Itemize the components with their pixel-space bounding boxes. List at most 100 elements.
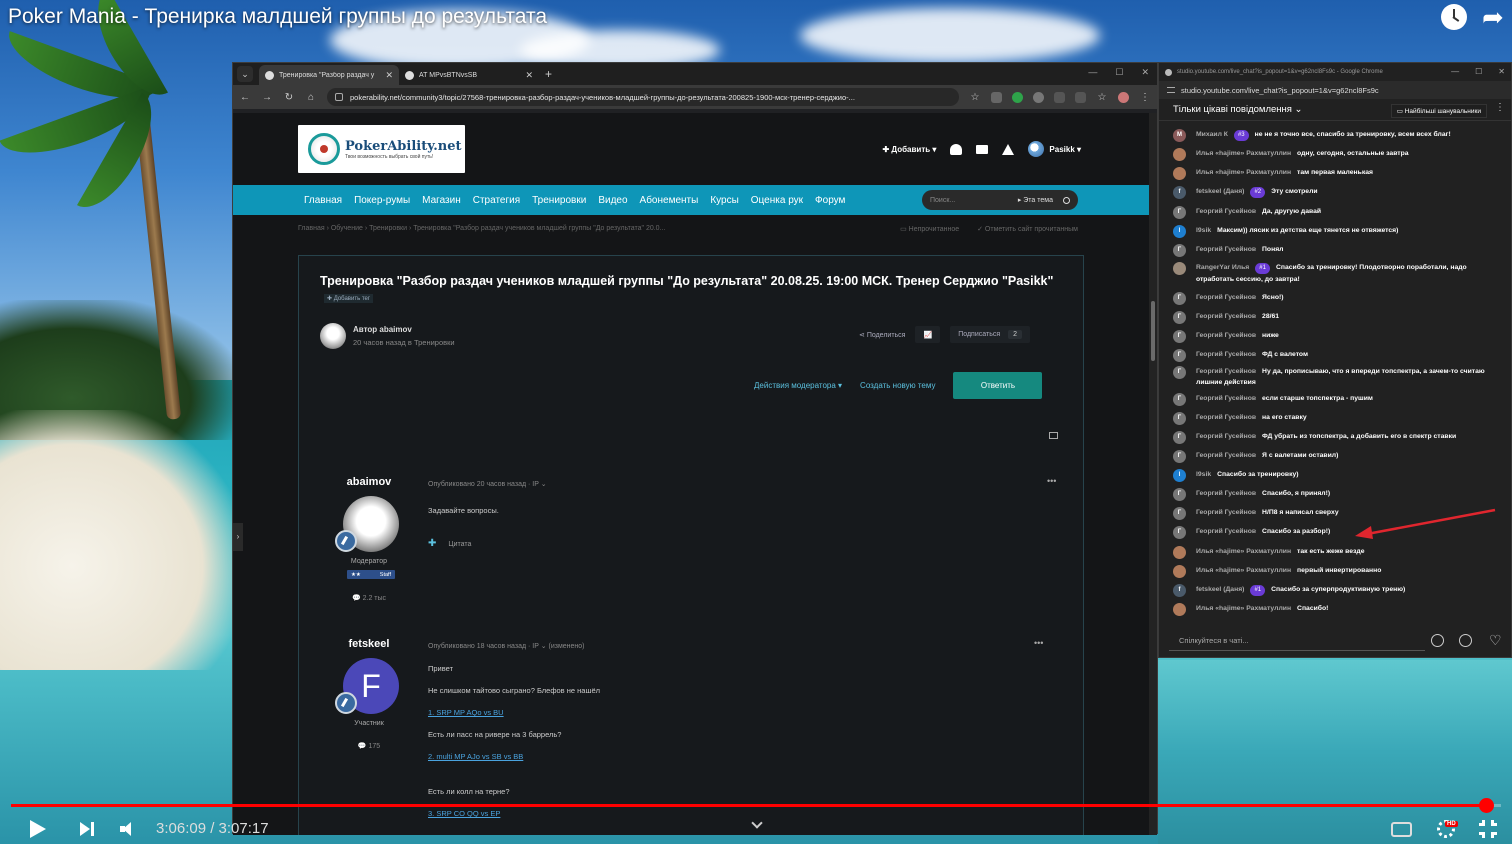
extension-icon[interactable]: [1033, 91, 1044, 103]
chat-message[interactable]: M Михаил К #3 не не я точно все, спасибо за…: [1173, 129, 1495, 142]
chat-avatar[interactable]: Г: [1173, 507, 1186, 520]
search-icon[interactable]: [1063, 196, 1070, 204]
tab-forum[interactable]: Тренировка "Разбор раздач у ✕: [259, 65, 399, 85]
chat-message[interactable]: Г Георгий Гусейнов Ясно!): [1173, 292, 1495, 305]
site-info-icon[interactable]: [1167, 87, 1175, 93]
tab-range[interactable]: AT MPvsBTNvsSB ✕: [399, 65, 539, 85]
menu-kebab-icon[interactable]: ⋮: [1139, 92, 1151, 103]
back-icon[interactable]: ←: [239, 92, 251, 103]
chat-avatar[interactable]: [1173, 603, 1186, 616]
close-window-icon[interactable]: ✕: [1498, 67, 1505, 76]
chat-avatar[interactable]: Г: [1173, 412, 1186, 425]
chat-message[interactable]: Г Георгий Гусейнов 28/61: [1173, 311, 1495, 324]
chat-avatar[interactable]: Г: [1173, 330, 1186, 343]
chat-avatar[interactable]: Г: [1173, 349, 1186, 362]
chat-message[interactable]: Г Георгий Гусейнов ниже: [1173, 330, 1495, 343]
minimize-icon[interactable]: —: [1088, 67, 1097, 78]
new-tab-icon[interactable]: +: [545, 67, 552, 81]
volume-icon[interactable]: [120, 822, 136, 836]
search-scope-select[interactable]: ▸ Эта тема: [1018, 196, 1053, 204]
user-menu[interactable]: Pasikk ▾: [1028, 141, 1081, 157]
maximize-icon[interactable]: ☐: [1115, 67, 1123, 78]
nav-item-forum[interactable]: Форум: [815, 195, 845, 206]
chat-avatar[interactable]: Г: [1173, 393, 1186, 406]
extension-icon[interactable]: [991, 91, 1002, 103]
chat-message[interactable]: Г Георгий Гусейнов на его ставку: [1173, 412, 1495, 425]
chat-author[interactable]: Георгий Гусейнов: [1196, 490, 1256, 497]
messages-mail-icon[interactable]: [976, 144, 989, 154]
chat-avatar[interactable]: Г: [1173, 206, 1186, 219]
chat-message[interactable]: Илья «hajime» Рахматуллин Спасибо!: [1173, 603, 1495, 616]
nav-item-strategy[interactable]: Стратегия: [473, 195, 520, 206]
chat-avatar[interactable]: Г: [1173, 311, 1186, 324]
site-logo[interactable]: PokerAbility.net Твои возможность выбрат…: [298, 125, 465, 173]
moderator-actions-menu[interactable]: Действия модератора ▾: [754, 381, 842, 390]
top-fans-button[interactable]: ▭ Найбільші шанувальники: [1390, 104, 1487, 118]
chat-avatar[interactable]: [1173, 148, 1186, 161]
close-window-icon[interactable]: ✕: [1141, 67, 1149, 78]
site-info-icon[interactable]: [335, 93, 343, 101]
chat-author[interactable]: RangerYar Илья: [1196, 264, 1249, 271]
fullscreen-exit-icon[interactable]: [1479, 820, 1497, 838]
chat-author[interactable]: Георгий Гусейнов: [1196, 246, 1256, 253]
chat-message[interactable]: Илья «hajime» Рахматуллин одну, сегодня, …: [1173, 148, 1495, 161]
chat-menu-icon[interactable]: ⋮: [1495, 102, 1505, 113]
chat-message[interactable]: Г Георгий Гусейнов Ну да, прописываю, что …: [1173, 366, 1495, 388]
nav-item-poker-rooms[interactable]: Покер-румы: [354, 195, 410, 206]
chat-author[interactable]: Георгий Гусейнов: [1196, 351, 1256, 358]
chat-author[interactable]: Георгий Гусейнов: [1196, 368, 1256, 375]
reply-button[interactable]: Ответить: [953, 372, 1043, 399]
profile-avatar-icon[interactable]: [1118, 91, 1129, 103]
chat-avatar[interactable]: l: [1173, 225, 1186, 238]
stats-chart-icon[interactable]: 📈: [915, 326, 941, 343]
chat-author[interactable]: Георгий Гусейнов: [1196, 528, 1256, 535]
close-icon[interactable]: ✕: [385, 70, 393, 81]
nav-item-subscriptions[interactable]: Абонементы: [640, 195, 699, 206]
chat-avatar[interactable]: f: [1173, 186, 1186, 199]
chat-message[interactable]: Г Георгий Гусейнов Спасибо, я принял!): [1173, 488, 1495, 501]
chat-avatar[interactable]: [1173, 565, 1186, 578]
chat-input[interactable]: Спілкуйтеся в чаті...: [1169, 631, 1425, 651]
chat-message[interactable]: Илья «hajime» Рахматуллин там первая мале…: [1173, 167, 1495, 180]
search-input[interactable]: Поиск...: [930, 197, 955, 204]
extension-icon[interactable]: [1012, 91, 1023, 103]
chat-address-bar[interactable]: studio.youtube.com/live_chat?is_popout=1…: [1159, 81, 1511, 99]
chat-message[interactable]: f fetskeel (Даня) #2 Эту смотрели: [1173, 186, 1495, 199]
extensions-puzzle-icon[interactable]: [1054, 91, 1065, 103]
chat-avatar[interactable]: [1173, 167, 1186, 180]
quote-button[interactable]: ✚ Цитата: [428, 538, 471, 549]
reload-icon[interactable]: ↻: [283, 92, 295, 103]
chat-message[interactable]: Г Георгий Гусейнов Понял: [1173, 244, 1495, 257]
chat-author[interactable]: Георгий Гусейнов: [1196, 433, 1256, 440]
subtitles-icon[interactable]: [1391, 822, 1412, 837]
bookmark-star-icon[interactable]: ☆: [969, 92, 981, 103]
close-icon[interactable]: ✕: [525, 70, 533, 81]
chat-avatar[interactable]: Г: [1173, 366, 1186, 379]
add-menu[interactable]: ✚ Добавить ▾: [882, 145, 936, 154]
chat-author[interactable]: Георгий Гусейнов: [1196, 294, 1256, 301]
create-topic-link[interactable]: Создать новую тему: [860, 381, 935, 390]
chat-author[interactable]: Илья «hajime» Рахматуллин: [1196, 548, 1291, 555]
chat-author[interactable]: Георгий Гусейнов: [1196, 414, 1256, 421]
maximize-icon[interactable]: ☐: [1475, 67, 1482, 76]
multiquote-icon[interactable]: [1049, 432, 1058, 439]
play-icon[interactable]: [30, 820, 46, 838]
author-name[interactable]: Автор abaimov: [353, 325, 412, 334]
chat-author[interactable]: Михаил К: [1196, 131, 1228, 138]
reports-warning-icon[interactable]: [1002, 143, 1015, 155]
hand-link[interactable]: 3. SRP CO QQ vs EP: [428, 809, 500, 818]
chat-message[interactable]: Илья «hajime» Рахматуллин первый инвертир…: [1173, 565, 1495, 578]
nav-item-home[interactable]: Главная: [304, 195, 342, 206]
chat-author[interactable]: Георгий Гусейнов: [1196, 332, 1256, 339]
chat-author[interactable]: Илья «hajime» Рахматуллин: [1196, 567, 1291, 574]
chat-author[interactable]: Георгий Гусейнов: [1196, 395, 1256, 402]
chat-author[interactable]: Георгий Гусейнов: [1196, 452, 1256, 459]
heart-icon[interactable]: ♡: [1489, 632, 1502, 649]
nav-item-trainings[interactable]: Тренировки: [532, 195, 586, 206]
chat-message[interactable]: Г Георгий Гусейнов Да, другую давай: [1173, 206, 1495, 219]
post-username[interactable]: fetskeel: [299, 638, 439, 650]
share-button[interactable]: ⋖ Поделиться: [859, 331, 905, 339]
chat-message[interactable]: Г Георгий Гусейнов ФД убрать из топспектра…: [1173, 431, 1495, 444]
post-menu-icon[interactable]: •••: [1034, 638, 1043, 648]
chat-message[interactable]: l l9sik Спасибо за тренировку): [1173, 469, 1495, 482]
